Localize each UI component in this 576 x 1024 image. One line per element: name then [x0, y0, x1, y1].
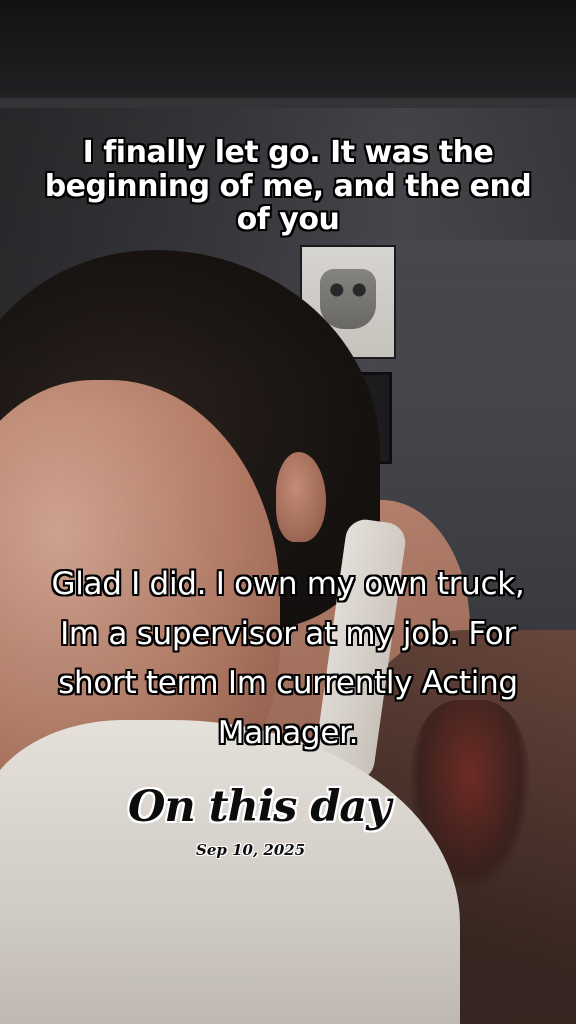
memory-title: On this day: [128, 782, 391, 832]
memory-date: Sep 10, 2025: [196, 841, 306, 859]
bottom-caption: Glad I did. I own my own truck, Im a sup…: [51, 566, 525, 751]
top-caption: I finally let go. It was the beginning o…: [44, 135, 532, 238]
video-frame[interactable]: I finally let go. It was the beginning o…: [0, 0, 576, 1024]
